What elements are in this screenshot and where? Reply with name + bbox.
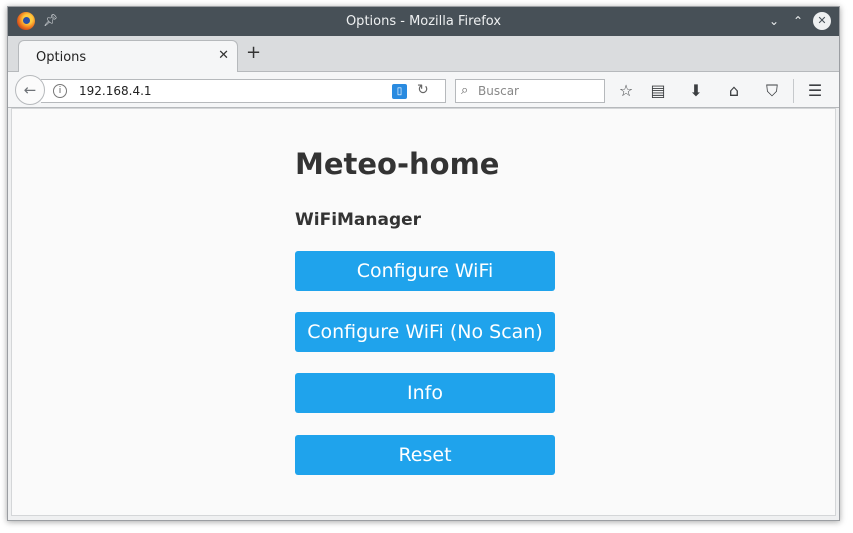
page-title: Meteo-home <box>295 147 500 181</box>
search-input[interactable] <box>478 82 598 100</box>
hamburger-menu-icon[interactable]: ☰ <box>805 81 825 101</box>
chevron-down-icon[interactable]: ⌄ <box>765 12 783 30</box>
star-icon[interactable]: ☆ <box>616 81 636 101</box>
reset-button[interactable]: Reset <box>295 435 555 475</box>
search-box[interactable]: ⌕ <box>455 79 605 103</box>
info-icon[interactable]: i <box>53 84 67 98</box>
tab-strip: Options ✕ + <box>8 36 839 72</box>
tab-close-icon[interactable]: ✕ <box>218 48 229 63</box>
clipboard-icon[interactable]: ▤ <box>648 81 668 101</box>
navigation-bar: i 192.168.4.1 ▯ ↻ ← ⌕ ☆ ▤ ⬇︎ ⌂ ⛉ ☰ <box>8 72 839 108</box>
pocket-icon[interactable]: ⛉ <box>762 81 782 101</box>
configure-wifi-no-scan-button[interactable]: Configure WiFi (No Scan) <box>295 312 555 352</box>
tab-label: Options <box>36 50 87 65</box>
toolbar-separator <box>793 79 794 103</box>
back-arrow-icon: ← <box>23 81 37 99</box>
browser-window: 📌︎ Options - Mozilla Firefox ⌄ ⌃ ✕ Optio… <box>7 6 840 521</box>
url-text[interactable]: 192.168.4.1 <box>79 84 152 98</box>
tab-options[interactable]: Options ✕ <box>18 40 238 72</box>
new-tab-button[interactable]: + <box>246 42 261 63</box>
close-icon[interactable]: ✕ <box>813 12 831 30</box>
title-bar: 📌︎ Options - Mozilla Firefox ⌄ ⌃ ✕ <box>8 7 839 36</box>
chevron-up-icon[interactable]: ⌃ <box>789 12 807 30</box>
download-arrow-icon[interactable]: ⬇︎ <box>686 81 706 101</box>
reload-icon[interactable]: ↻ <box>417 82 429 98</box>
search-icon: ⌕ <box>461 83 469 98</box>
page-content: Meteo-home WiFiManager Configure WiFi Co… <box>11 108 836 516</box>
reader-view-icon[interactable]: ▯ <box>392 84 407 99</box>
home-icon[interactable]: ⌂ <box>724 81 744 101</box>
page-subtitle: WiFiManager <box>295 210 422 230</box>
configure-wifi-button[interactable]: Configure WiFi <box>295 251 555 291</box>
info-button[interactable]: Info <box>295 373 555 413</box>
url-bar[interactable]: i 192.168.4.1 ▯ ↻ <box>41 79 446 103</box>
back-button[interactable]: ← <box>15 75 45 105</box>
window-title: Options - Mozilla Firefox <box>345 14 502 29</box>
